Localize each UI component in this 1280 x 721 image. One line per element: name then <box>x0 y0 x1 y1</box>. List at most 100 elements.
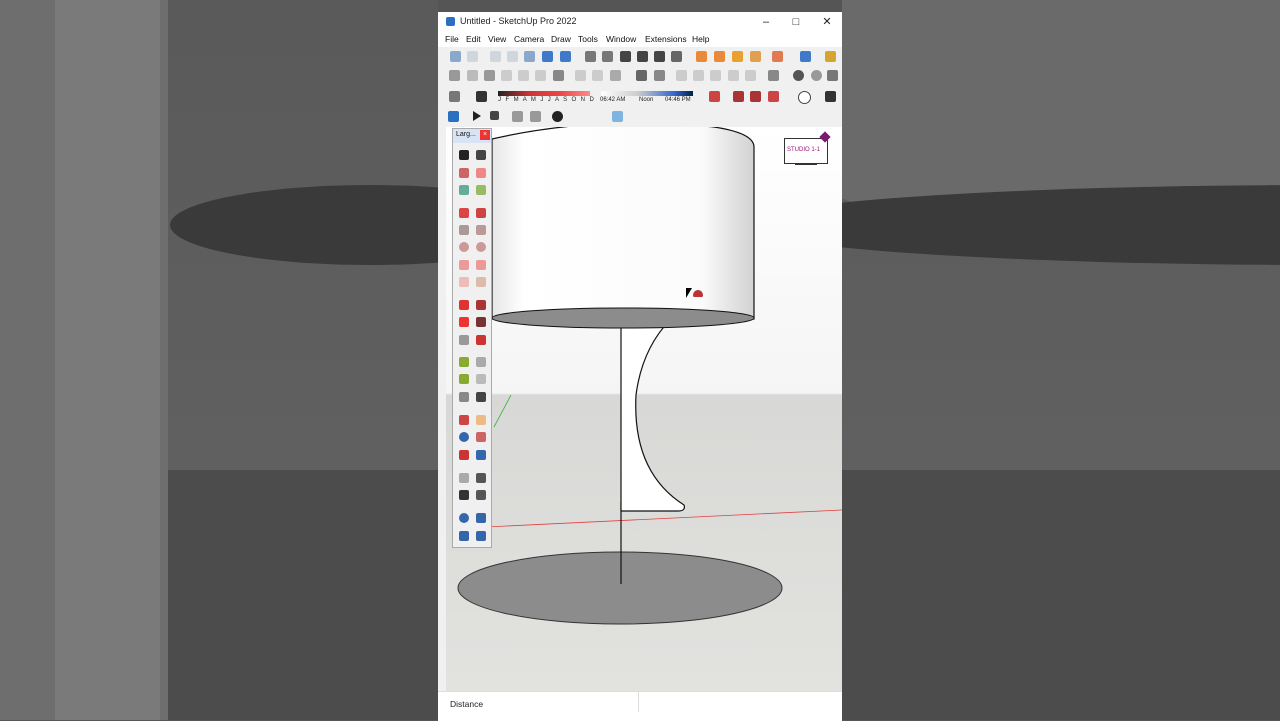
paint-bucket-icon[interactable] <box>459 168 469 178</box>
previous-view-icon[interactable] <box>476 450 486 460</box>
box-icon[interactable] <box>467 70 478 81</box>
palette-title-bar[interactable]: Larg... × <box>453 129 491 143</box>
render-region-icon[interactable] <box>750 91 761 102</box>
menu-tools[interactable]: Tools <box>578 34 598 44</box>
tag-icon[interactable] <box>768 70 779 81</box>
model-viewport[interactable] <box>446 127 842 691</box>
rectangle-icon[interactable] <box>459 225 469 235</box>
polygon-icon[interactable] <box>476 242 486 252</box>
eraser-icon[interactable] <box>772 51 783 62</box>
materials-icon[interactable] <box>602 51 613 62</box>
menu-file[interactable]: File <box>445 34 459 44</box>
cosmos-icon[interactable] <box>825 91 836 102</box>
make-component-icon[interactable] <box>459 185 469 195</box>
components-icon[interactable] <box>585 51 596 62</box>
zoom-icon[interactable] <box>459 432 469 442</box>
scene-next-icon[interactable] <box>530 111 541 122</box>
shaded-icon[interactable] <box>728 70 739 81</box>
maximize-button[interactable]: □ <box>782 14 810 30</box>
menu-draw[interactable]: Draw <box>551 34 571 44</box>
palette-close-button[interactable]: × <box>480 130 490 140</box>
tape-icon[interactable] <box>476 185 486 195</box>
house-icon[interactable] <box>620 51 631 62</box>
drape-icon[interactable] <box>732 51 743 62</box>
freehand-icon[interactable] <box>476 208 486 218</box>
position-camera-icon[interactable] <box>459 473 469 483</box>
sandbox-smoove-icon[interactable] <box>459 513 469 523</box>
front-view-icon[interactable] <box>490 51 501 62</box>
section-plane-icon[interactable] <box>459 415 469 425</box>
render-icon[interactable] <box>709 91 720 102</box>
menu-help[interactable]: Help <box>692 34 709 44</box>
push-pull-icon[interactable] <box>476 300 486 310</box>
push-icon[interactable] <box>501 70 512 81</box>
menu-view[interactable]: View <box>488 34 506 44</box>
flip-edge-icon[interactable] <box>750 51 761 62</box>
v-ray-logo-icon[interactable] <box>448 111 459 122</box>
walk-icon[interactable] <box>459 490 469 500</box>
cube-icon[interactable] <box>484 70 495 81</box>
sandbox-stamp-icon[interactable] <box>459 531 469 541</box>
scale-icon[interactable] <box>459 335 469 345</box>
pan-icon[interactable] <box>476 415 486 425</box>
date-slider[interactable] <box>498 91 590 96</box>
zoom-extents-icon[interactable] <box>459 450 469 460</box>
follow-me-icon[interactable] <box>449 70 460 81</box>
render-interactive-icon[interactable] <box>733 91 744 102</box>
close-button[interactable]: ✕ <box>813 14 841 30</box>
menu-window[interactable]: Window <box>606 34 636 44</box>
orbit-icon[interactable] <box>476 150 486 160</box>
warehouse-icon[interactable] <box>637 51 648 62</box>
shadows-toggle-icon[interactable] <box>476 91 487 102</box>
walk-arrows-icon[interactable] <box>476 490 486 500</box>
stop-icon[interactable] <box>490 111 499 120</box>
three-point-arc-icon[interactable] <box>459 277 469 287</box>
right-view-icon[interactable] <box>507 51 518 62</box>
time-slider[interactable] <box>601 91 693 96</box>
eraser-tool-icon[interactable] <box>476 168 486 178</box>
grid-icon[interactable] <box>575 70 586 81</box>
stamp-icon[interactable] <box>714 51 725 62</box>
pie-icon[interactable] <box>476 277 486 287</box>
play-icon[interactable] <box>473 111 481 121</box>
wireframe-icon[interactable] <box>693 70 704 81</box>
3d-text-icon[interactable] <box>476 392 486 402</box>
line-icon[interactable] <box>459 208 469 218</box>
component-box-icon[interactable] <box>825 51 836 62</box>
textured-style-icon[interactable] <box>560 51 571 62</box>
offset-icon[interactable] <box>476 335 486 345</box>
dimension-icon[interactable] <box>476 357 486 367</box>
menu-edit[interactable]: Edit <box>466 34 481 44</box>
vray-settings-icon[interactable] <box>811 70 822 81</box>
group-icon[interactable] <box>636 70 647 81</box>
top-view-icon[interactable] <box>467 51 478 62</box>
home-icon[interactable] <box>654 51 665 62</box>
follow-me-tool-icon[interactable] <box>476 317 486 327</box>
menu-camera[interactable]: Camera <box>514 34 544 44</box>
lights-icon[interactable] <box>798 91 811 104</box>
rotated-rectangle-icon[interactable] <box>476 225 486 235</box>
stack-icon[interactable] <box>610 70 621 81</box>
photo-icon[interactable] <box>612 111 623 122</box>
refresh-icon[interactable] <box>827 70 838 81</box>
extension-warehouse-icon[interactable] <box>671 51 682 62</box>
frame-buffer-icon[interactable] <box>768 91 779 102</box>
hidden-line-icon[interactable] <box>710 70 721 81</box>
two-point-arc-icon[interactable] <box>476 260 486 270</box>
shadow-settings-icon[interactable] <box>449 91 460 102</box>
scene-prev-icon[interactable] <box>512 111 523 122</box>
tape-measure-icon[interactable] <box>459 357 469 367</box>
sandbox-from-contours-icon[interactable] <box>476 513 486 523</box>
circle-icon[interactable] <box>459 242 469 252</box>
xray-icon[interactable] <box>676 70 687 81</box>
sandbox-flip-icon[interactable] <box>476 531 486 541</box>
protractor-icon[interactable] <box>459 374 469 384</box>
arc-icon[interactable] <box>459 260 469 270</box>
minimize-button[interactable]: – <box>752 14 780 30</box>
move-icon[interactable] <box>459 300 469 310</box>
select-icon[interactable] <box>459 150 469 160</box>
outliner-icon[interactable] <box>654 70 665 81</box>
layout-icon[interactable] <box>535 70 546 81</box>
section-icon[interactable] <box>553 70 564 81</box>
gear-icon[interactable] <box>552 111 563 122</box>
